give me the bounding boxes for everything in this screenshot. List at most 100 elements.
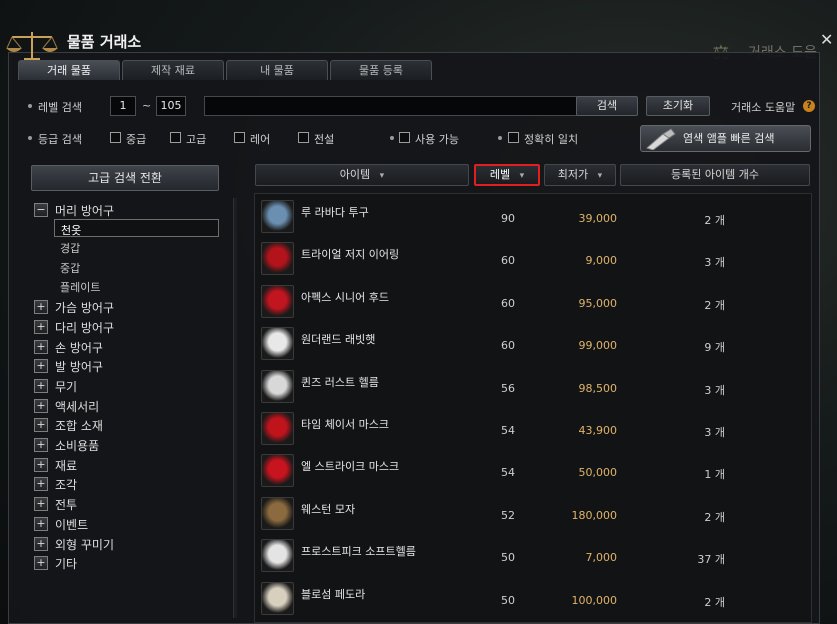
western-hat-icon[interactable] <box>261 496 294 530</box>
category-hand-armor[interactable]: + 손 방어구 <box>30 337 226 357</box>
frost-helm-icon[interactable] <box>261 539 294 573</box>
expand-icon[interactable]: + <box>34 340 48 354</box>
category-label: 머리 방어구 <box>55 204 115 218</box>
close-icon[interactable]: ✕ <box>820 30 833 49</box>
fedora-icon[interactable] <box>261 581 294 615</box>
item-row[interactable]: 웨스턴 모자 52 180,000 2 개 <box>255 493 811 535</box>
grade-advanced-checkbox[interactable] <box>170 132 181 143</box>
earring-icon[interactable] <box>261 242 294 276</box>
item-level: 90 <box>501 212 515 225</box>
collapse-icon[interactable]: − <box>34 203 48 217</box>
category-fragment[interactable]: + 조각 <box>30 474 226 494</box>
item-min-price: 50,000 <box>578 466 618 480</box>
expand-icon[interactable]: + <box>34 497 48 511</box>
category-crafting-material[interactable]: + 조합 소재 <box>30 415 226 435</box>
item-row[interactable]: 루 라바다 투구 90 39,000 2 개 <box>255 196 811 238</box>
column-header-min-price[interactable]: 최저가 ▾ <box>544 164 616 186</box>
expand-icon[interactable]: + <box>34 537 48 551</box>
category-chest-armor[interactable]: + 가슴 방어구 <box>30 297 226 317</box>
advanced-search-toggle-button[interactable]: 고급 검색 전환 <box>31 165 219 191</box>
item-row[interactable]: 블로섬 페도라 50 100,000 2 개 <box>255 578 811 620</box>
item-row[interactable]: 트라이얼 저지 이어링 60 9,000 3 개 <box>255 238 811 280</box>
item-row[interactable]: 타임 체이서 마스크 54 43,900 3 개 <box>255 408 811 450</box>
subcategory-light-armor[interactable]: 경갑 <box>54 238 219 256</box>
panel-divider-scrollbar[interactable] <box>233 198 237 618</box>
grade-rare-checkbox[interactable] <box>234 132 245 143</box>
category-combat[interactable]: + 전투 <box>30 494 226 514</box>
tab-register-item[interactable]: 물품 등록 <box>330 60 432 80</box>
category-material[interactable]: + 재료 <box>30 455 226 475</box>
item-min-price: 43,900 <box>578 424 618 437</box>
category-cosmetic[interactable]: + 외형 꾸미기 <box>30 534 226 554</box>
column-header-item-count[interactable]: 등록된 아이템 개수 <box>620 164 810 186</box>
grade-legendary-checkbox[interactable] <box>298 132 309 143</box>
bullet <box>498 136 502 140</box>
category-foot-armor[interactable]: + 발 방어구 <box>30 356 226 376</box>
search-input[interactable] <box>204 96 596 116</box>
horned-helm-icon[interactable] <box>261 369 294 403</box>
category-accessory[interactable]: + 액세서리 <box>30 396 226 416</box>
category-etc[interactable]: + 기타 <box>30 553 226 573</box>
item-count: 2 개 <box>704 510 725 524</box>
strike-mask-icon[interactable] <box>261 454 294 488</box>
category-consumable[interactable]: + 소비용품 <box>30 435 226 455</box>
tab-my-items[interactable]: 내 물품 <box>226 60 328 80</box>
expand-icon[interactable]: + <box>34 556 48 570</box>
level-min-input[interactable]: 1 <box>110 96 136 116</box>
help-icon[interactable]: ? <box>803 100 815 112</box>
item-row[interactable]: 퀸즈 러스트 헬름 56 98,500 3 개 <box>255 366 811 408</box>
dye-ampule-quick-search-button[interactable]: 염색 앰플 빠른 검색 <box>640 125 811 152</box>
expand-icon[interactable]: + <box>34 477 48 491</box>
expand-icon[interactable]: + <box>34 359 48 373</box>
rabbit-hat-icon[interactable] <box>261 327 294 361</box>
expand-icon[interactable]: + <box>34 438 48 452</box>
grade-intermediate-checkbox[interactable] <box>110 132 121 143</box>
item-row[interactable]: 아펙스 시니어 후드 60 95,000 2 개 <box>255 281 811 323</box>
grade-intermediate-label: 중급 <box>126 133 147 146</box>
expand-icon[interactable]: + <box>34 458 48 472</box>
item-level: 54 <box>501 424 515 437</box>
category-event[interactable]: + 이벤트 <box>30 514 226 534</box>
item-row[interactable]: 엘 스트라이크 마스크 54 50,000 1 개 <box>255 450 811 492</box>
category-label: 조합 소재 <box>55 419 103 433</box>
category-leg-armor[interactable]: + 다리 방어구 <box>30 317 226 337</box>
item-count: 1 개 <box>704 468 725 482</box>
level-search-row: 레벨 검색 1 ~ 105 검색 초기화 거래소 도움말 ? <box>24 96 824 116</box>
mask-icon[interactable] <box>261 412 294 445</box>
expand-icon[interactable]: + <box>34 300 48 314</box>
helmet-icon[interactable] <box>261 200 294 233</box>
item-row[interactable]: 원더랜드 래빗햇 60 99,000 9 개 <box>255 323 811 365</box>
subcategory-plate[interactable]: 플레이트 <box>54 277 219 295</box>
item-level: 52 <box>501 508 515 522</box>
bullet <box>28 104 32 108</box>
category-label: 다리 방어구 <box>55 321 115 335</box>
column-header-item[interactable]: 아이템 ▾ <box>255 164 469 186</box>
exact-match-checkbox[interactable] <box>508 132 519 143</box>
subcategory-label: 플레이트 <box>60 281 101 294</box>
expand-icon[interactable]: + <box>34 399 48 413</box>
reset-button[interactable]: 초기화 <box>646 96 710 116</box>
item-name: 아펙스 시니어 후드 <box>301 290 389 304</box>
item-row[interactable]: 프로스트피크 소프트헬름 50 7,000 37 개 <box>255 535 811 577</box>
item-level: 60 <box>501 254 515 268</box>
subcategory-medium-armor[interactable]: 중갑 <box>54 258 219 276</box>
subcategory-cloth[interactable]: 천옷 <box>54 219 219 237</box>
market-help-label[interactable]: 거래소 도움말 <box>731 99 795 115</box>
item-name: 블로섬 페도라 <box>301 587 366 601</box>
hood-icon[interactable] <box>261 284 294 318</box>
expand-icon[interactable]: + <box>34 418 48 432</box>
category-label: 재료 <box>55 459 78 473</box>
column-header-level[interactable]: 레벨 ▾ <box>474 164 540 186</box>
expand-icon[interactable]: + <box>34 517 48 531</box>
expand-icon[interactable]: + <box>34 379 48 393</box>
category-head-armor[interactable]: − 머리 방어구 <box>30 200 226 220</box>
tab-trade-items[interactable]: 거래 물품 <box>18 60 120 80</box>
expand-icon[interactable]: + <box>34 320 48 334</box>
level-max-input[interactable]: 105 <box>156 96 186 116</box>
item-count: 9 개 <box>704 341 725 355</box>
usable-checkbox[interactable] <box>399 132 410 143</box>
search-button[interactable]: 검색 <box>576 96 638 116</box>
tab-crafting-materials[interactable]: 제작 재료 <box>122 60 224 80</box>
category-weapon[interactable]: + 무기 <box>30 376 226 396</box>
item-count: 2 개 <box>704 214 725 227</box>
